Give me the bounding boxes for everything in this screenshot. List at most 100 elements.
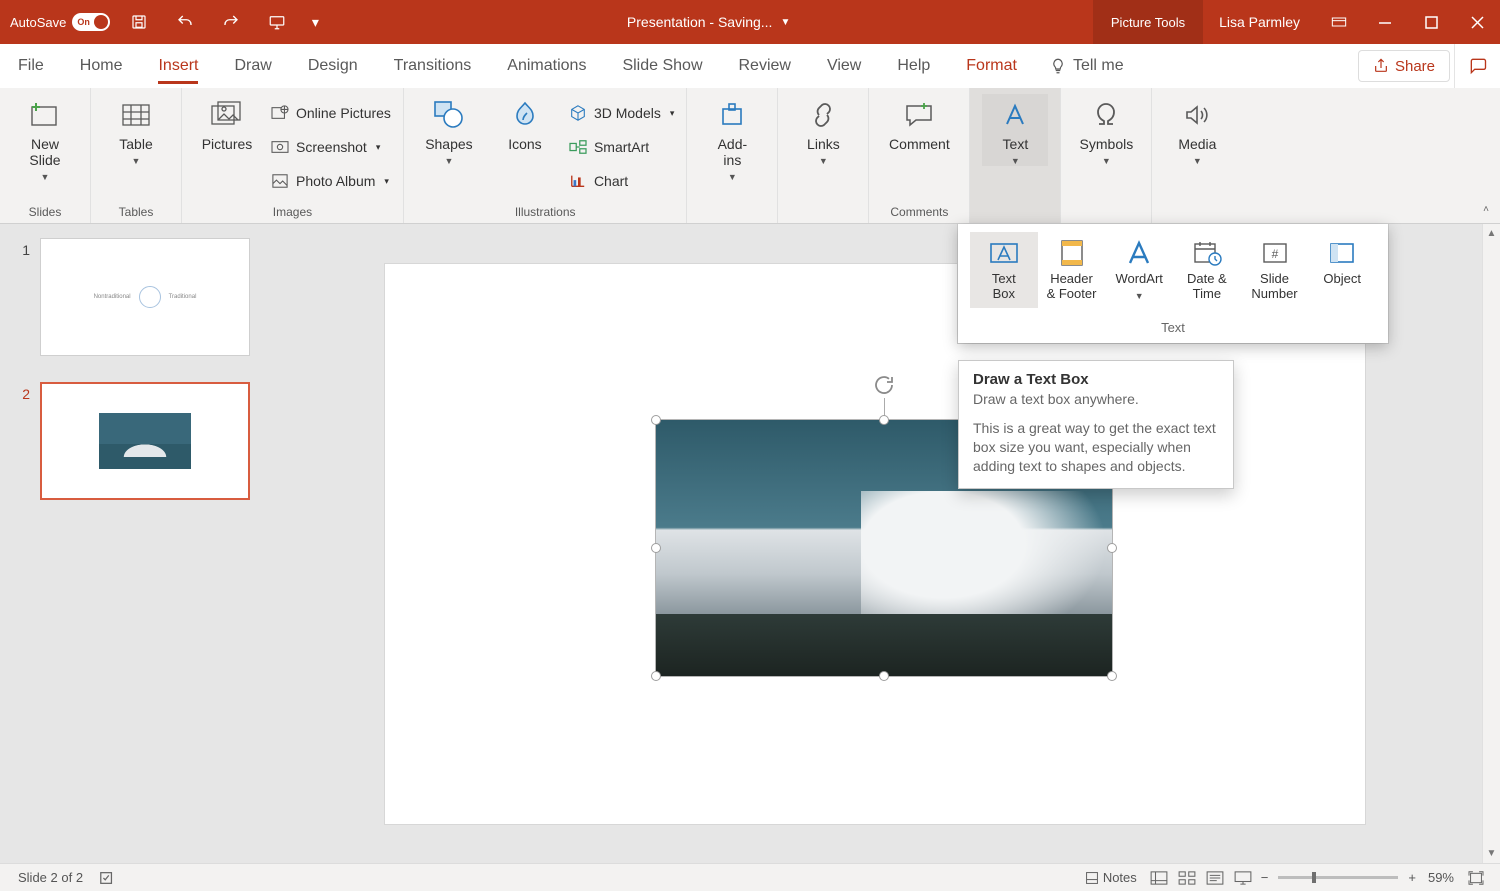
shapes-button[interactable]: Shapes ▼ [416,94,482,166]
menu-bar: File Home Insert Draw Design Transitions… [0,44,1500,88]
user-name[interactable]: Lisa Parmley [1203,14,1316,30]
undo-icon[interactable] [168,0,202,44]
comment-button[interactable]: Comment [881,94,957,152]
smartart-button[interactable]: SmartArt [568,132,674,162]
slide-number-icon: # [1258,238,1292,268]
slide-thumbnail[interactable]: 2 [18,382,260,500]
notes-button[interactable]: Notes [1077,864,1145,891]
share-button[interactable]: Share [1358,50,1450,82]
resize-handle[interactable] [879,415,889,425]
slide-thumbnail[interactable]: 1 NontraditionalTraditional [18,238,260,356]
tab-design[interactable]: Design [290,44,376,88]
smartart-icon [568,137,588,157]
online-pictures-button[interactable]: Online Pictures [270,98,391,128]
text-box-button[interactable]: Text Box [970,232,1038,308]
chart-button[interactable]: Chart [568,166,674,196]
chevron-down-icon: ▼ [1102,156,1111,166]
icons-icon [508,98,542,132]
shapes-icon [432,98,466,132]
scroll-down-icon[interactable]: ▼ [1487,848,1497,859]
contextual-tab-picture-tools[interactable]: Picture Tools [1093,0,1203,44]
resize-handle[interactable] [651,671,661,681]
wordart-button[interactable]: WordArt ▼ [1105,232,1173,307]
scroll-up-icon[interactable]: ▲ [1487,228,1497,239]
slide-thumbnail-panel: 1 NontraditionalTraditional 2 [0,224,280,863]
pictures-button[interactable]: Pictures [194,94,260,152]
comment-icon [902,98,936,132]
text-group-label: Text [958,314,1388,343]
autosave-label: AutoSave [10,15,66,30]
zoom-percent[interactable]: 59% [1420,864,1462,891]
tell-me-search[interactable]: Tell me [1035,44,1138,88]
chevron-down-icon: ▼ [1193,156,1202,166]
svg-text:#: # [1271,247,1278,261]
ribbon-display-options-icon[interactable] [1316,0,1362,44]
addins-icon [715,98,749,132]
header-footer-button[interactable]: Header & Footer [1038,232,1106,308]
maximize-icon[interactable] [1408,0,1454,44]
rotate-handle-icon[interactable] [871,372,897,398]
resize-handle[interactable] [1107,671,1117,681]
zoom-slider[interactable] [1278,876,1398,879]
minimize-icon[interactable] [1362,0,1408,44]
ribbon-group-images: Pictures Online Pictures Screenshot▾ Pho… [182,88,404,223]
ribbon: New Slide ▼ Slides Table ▼ Tables Pictur… [0,88,1500,224]
normal-view-icon[interactable] [1145,864,1173,891]
object-button[interactable]: Object [1308,232,1376,293]
text-gallery-button[interactable]: Text ▼ [982,94,1048,166]
slide-sorter-view-icon[interactable] [1173,864,1201,891]
close-icon[interactable] [1454,0,1500,44]
resize-handle[interactable] [1107,543,1117,553]
save-icon[interactable] [122,0,156,44]
tab-home[interactable]: Home [62,44,141,88]
ribbon-group-links: Links ▼ [778,88,869,223]
ribbon-group-comments: Comment Comments [869,88,970,223]
zoom-in-button[interactable]: + [1404,864,1420,891]
tab-draw[interactable]: Draw [216,44,289,88]
start-from-beginning-icon[interactable] [260,0,294,44]
collapse-ribbon-icon[interactable]: ˄ [1478,201,1494,217]
icons-button[interactable]: Icons [492,94,558,152]
new-slide-button[interactable]: New Slide ▼ [12,94,78,182]
tab-insert[interactable]: Insert [140,44,216,88]
tab-review[interactable]: Review [721,44,809,88]
vertical-scrollbar[interactable]: ▲▼ [1482,224,1500,863]
zoom-out-button[interactable]: − [1257,864,1273,891]
table-button[interactable]: Table ▼ [103,94,169,166]
tab-format[interactable]: Format [948,44,1035,88]
tab-transitions[interactable]: Transitions [376,44,490,88]
symbols-button[interactable]: Symbols ▼ [1073,94,1139,166]
tab-animations[interactable]: Animations [489,44,604,88]
3d-models-button[interactable]: 3D Models▾ [568,98,674,128]
tab-slide-show[interactable]: Slide Show [604,44,720,88]
fit-to-window-icon[interactable] [1462,864,1490,891]
tab-help[interactable]: Help [879,44,948,88]
media-button[interactable]: Media ▼ [1164,94,1230,166]
customize-qat-icon[interactable]: ▾ [306,0,324,44]
thumb-content [99,413,191,469]
autosave-toggle[interactable]: AutoSave On [10,13,110,31]
redo-icon[interactable] [214,0,248,44]
tab-view[interactable]: View [809,44,879,88]
reading-view-icon[interactable] [1201,864,1229,891]
comments-pane-button[interactable] [1454,44,1500,88]
title-dropdown-icon[interactable]: ▼ [780,17,790,28]
screenshot-button[interactable]: Screenshot▾ [270,132,391,162]
resize-handle[interactable] [651,415,661,425]
slideshow-view-icon[interactable] [1229,864,1257,891]
photo-album-button[interactable]: Photo Album▾ [270,166,391,196]
header-footer-icon [1055,238,1089,268]
links-button[interactable]: Links ▼ [790,94,856,166]
slide-number-button[interactable]: # Slide Number [1241,232,1309,308]
date-time-button[interactable]: Date & Time [1173,232,1241,308]
addins-button[interactable]: Add- ins ▼ [699,94,765,182]
slide-canvas[interactable] [385,264,1365,824]
tab-file[interactable]: File [0,44,62,88]
link-icon [806,98,840,132]
spellcheck-icon[interactable] [91,864,123,891]
online-pictures-icon [270,103,290,123]
resize-handle[interactable] [879,671,889,681]
resize-handle[interactable] [651,543,661,553]
slide-indicator[interactable]: Slide 2 of 2 [10,864,91,891]
ribbon-group-addins: Add- ins ▼ [687,88,778,223]
